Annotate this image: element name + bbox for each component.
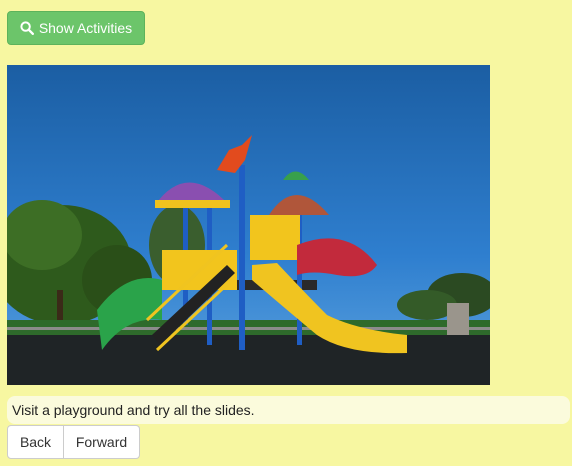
show-activities-label: Show Activities: [38, 20, 133, 36]
activity-image: [7, 65, 490, 385]
show-activities-button[interactable]: Show Activities: [7, 11, 145, 45]
activity-text: Visit a playground and try all the slide…: [7, 396, 570, 424]
search-icon: [20, 21, 34, 35]
back-button[interactable]: Back: [7, 425, 64, 459]
forward-button[interactable]: Forward: [64, 425, 140, 459]
navigation-buttons: Back Forward: [7, 425, 140, 459]
